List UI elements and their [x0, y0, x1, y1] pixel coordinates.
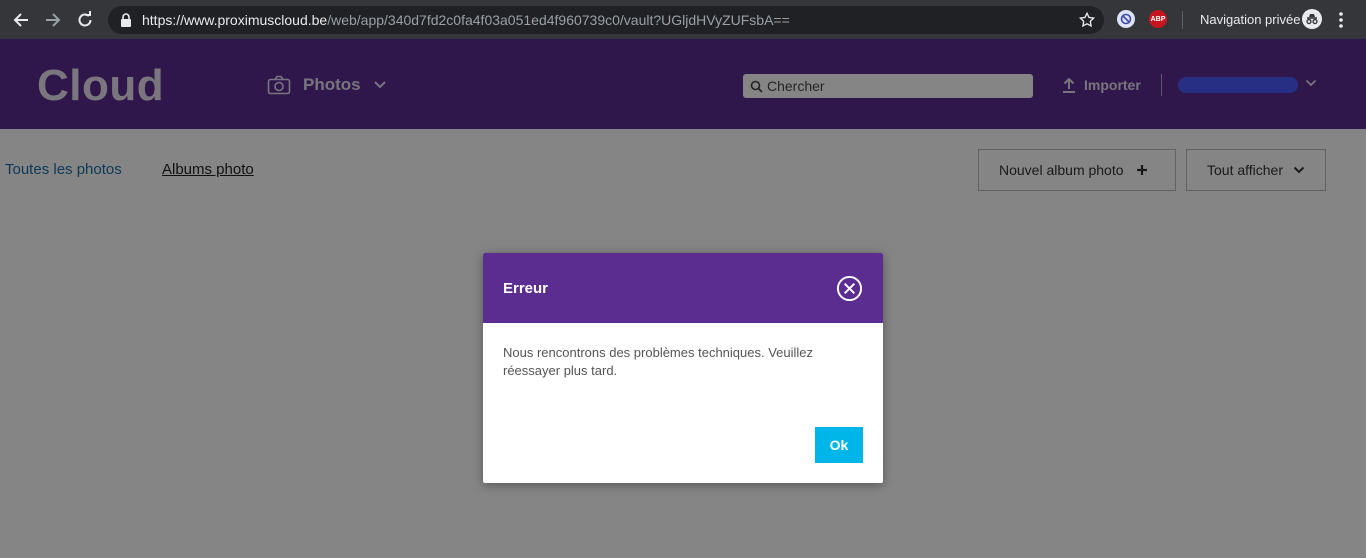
incognito-label: Navigation privée — [1200, 12, 1301, 27]
ok-button[interactable]: Ok — [815, 427, 863, 463]
reload-button[interactable] — [74, 9, 96, 31]
lock-icon — [121, 13, 131, 27]
adblock-extension-icon[interactable]: ABP — [1149, 10, 1167, 28]
toolbar-divider — [1182, 11, 1183, 29]
blocker-extension-icon[interactable] — [1117, 10, 1135, 28]
reload-icon — [78, 10, 92, 26]
close-icon[interactable] — [836, 275, 863, 302]
forward-button[interactable] — [42, 9, 64, 31]
url-path: /web/app/340d7fd2c0fa4f03a051ed4f960739c… — [327, 12, 790, 28]
star-icon[interactable] — [1078, 11, 1096, 29]
more-vert-icon[interactable] — [1338, 11, 1344, 29]
dialog-message: Nous rencontrons des problèmes technique… — [503, 345, 814, 378]
back-button[interactable] — [10, 9, 32, 31]
url-host: https://www.proximuscloud.be — [142, 12, 328, 28]
browser-toolbar: https://www.proximuscloud.be/web/app/340… — [0, 0, 1366, 39]
arrow-right-icon — [46, 12, 61, 27]
url-text: https://www.proximuscloud.be/web/app/340… — [142, 12, 790, 28]
adblock-label: ABP — [1150, 15, 1166, 23]
incognito-icon[interactable] — [1302, 9, 1322, 29]
arrow-left-icon — [13, 12, 28, 27]
dialog-title: Erreur — [503, 280, 549, 297]
dialog-header: Erreur — [483, 253, 883, 323]
error-dialog: Erreur Nous rencontrons des problèmes te… — [483, 253, 883, 483]
address-bar[interactable]: https://www.proximuscloud.be/web/app/340… — [108, 6, 1104, 34]
